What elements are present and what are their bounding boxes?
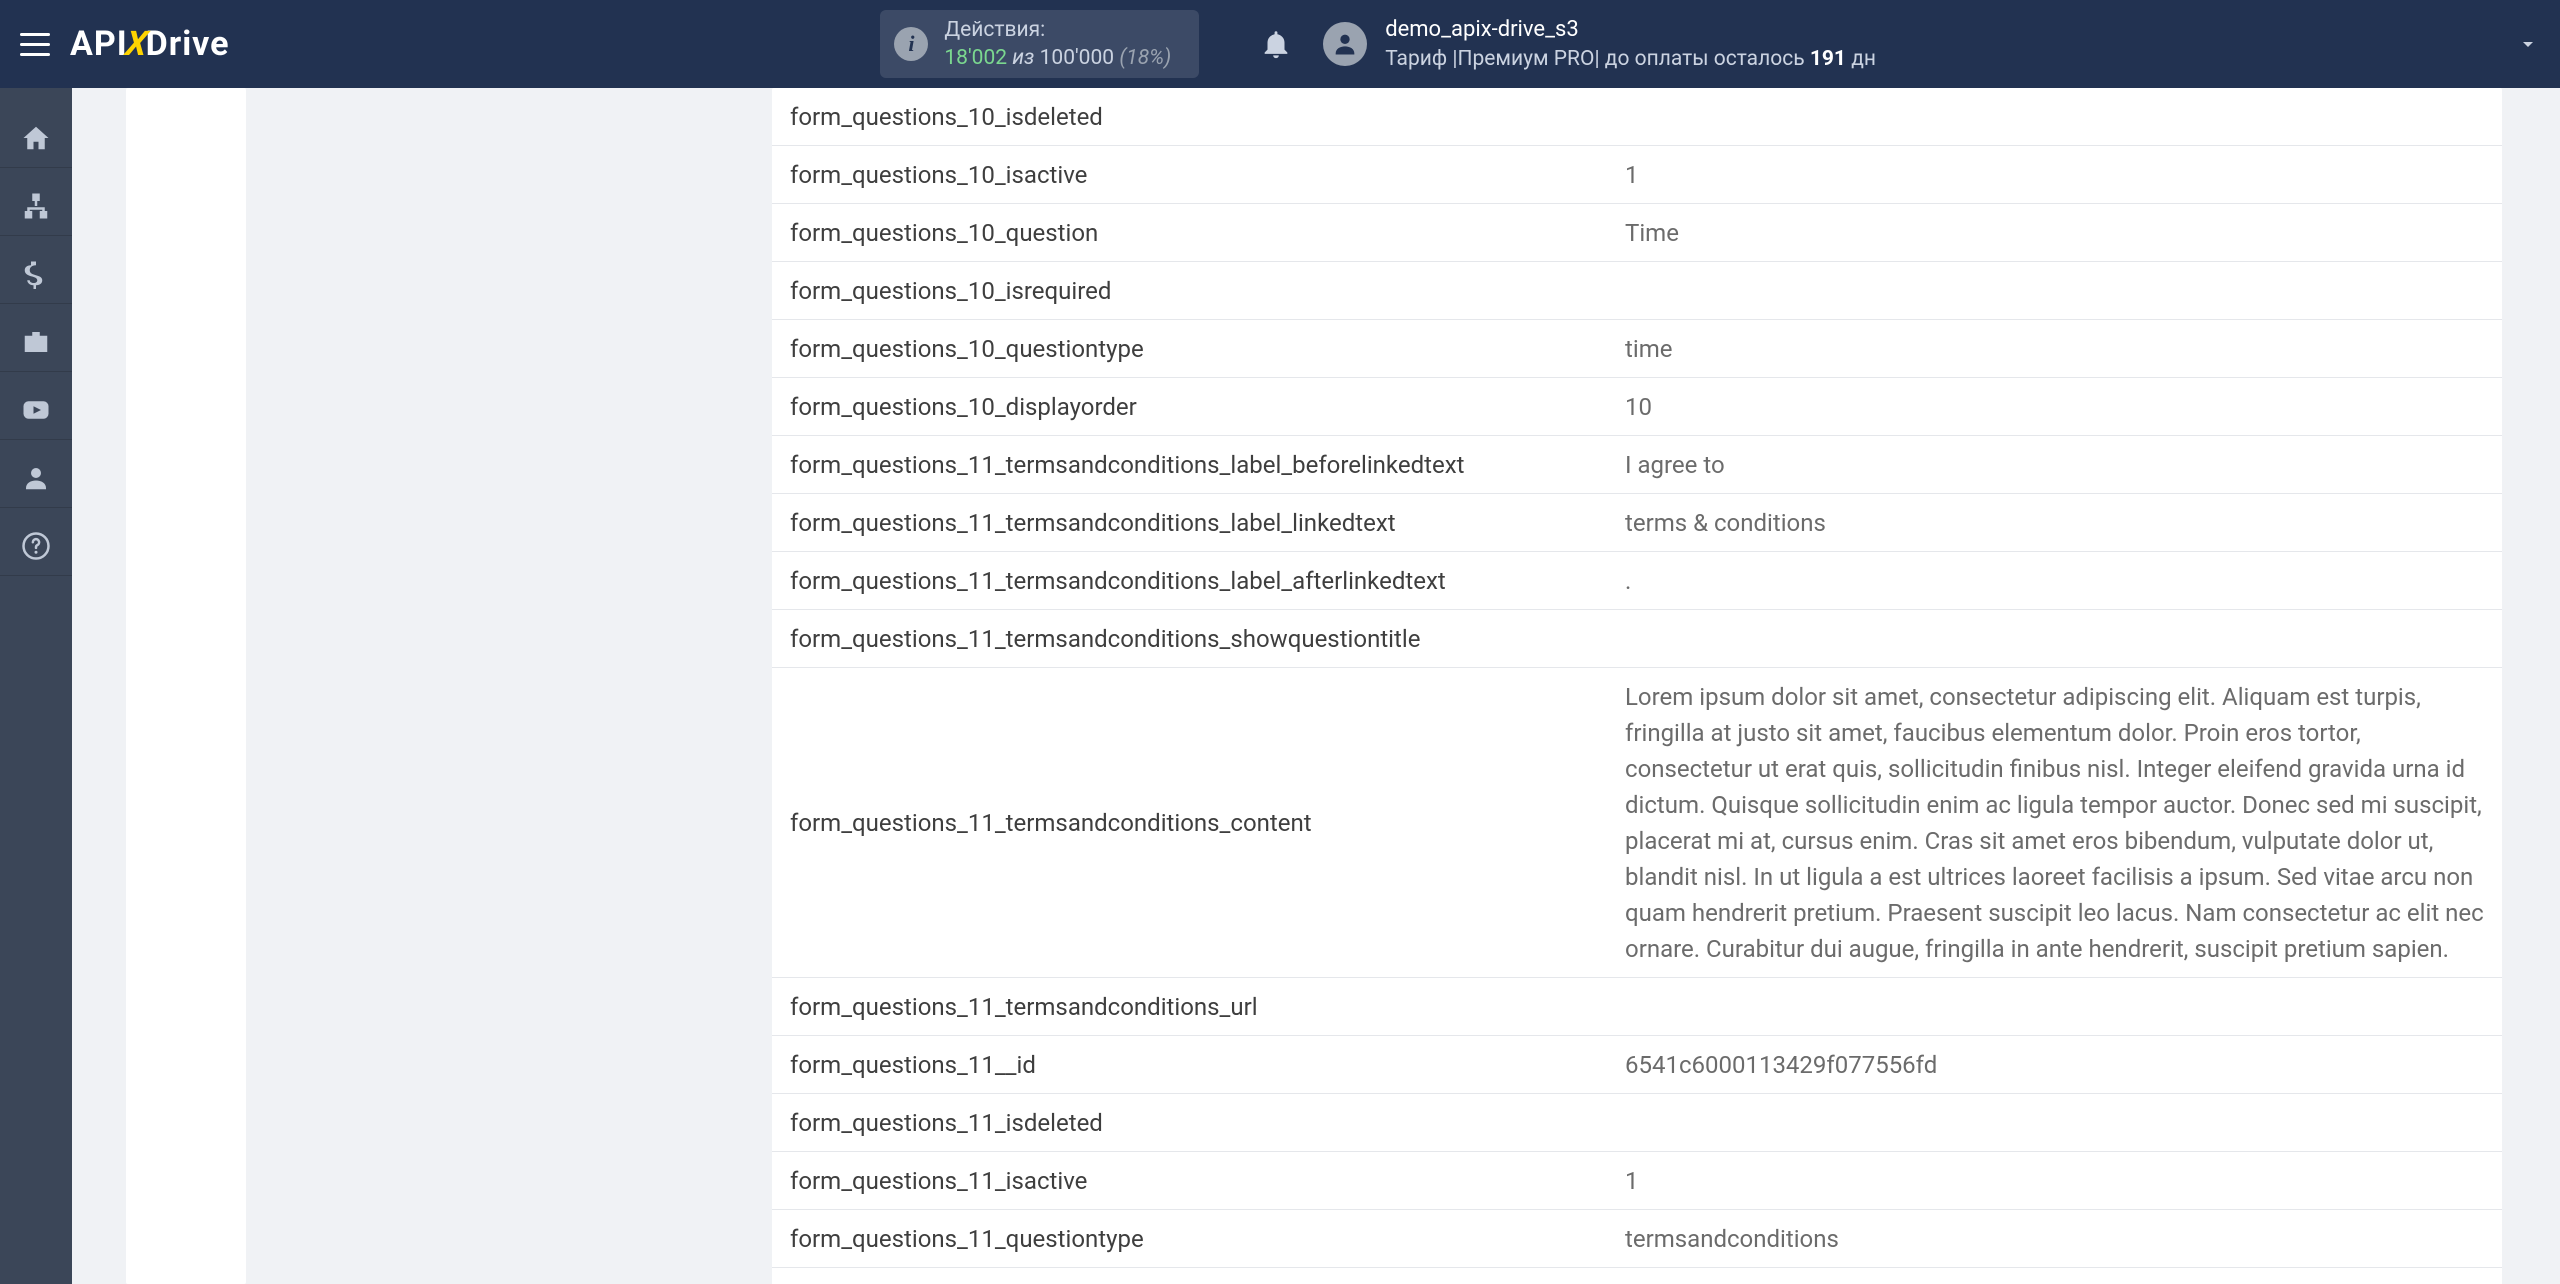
- field-value: 1: [1607, 1152, 2502, 1210]
- field-value: [1607, 88, 2502, 146]
- briefcase-icon: [21, 327, 51, 357]
- field-value: Lorem ipsum dolor sit amet, consectetur …: [1607, 668, 2502, 978]
- field-key: form_questions_10_questiontype: [772, 320, 1607, 378]
- table-row: form_questions_10_questionTime: [772, 204, 2502, 262]
- field-value: [1607, 262, 2502, 320]
- field-key: form_questions_11__id: [772, 1036, 1607, 1094]
- table-row: form_questions_11_termsandconditions_lab…: [772, 494, 2502, 552]
- field-value: [1607, 1094, 2502, 1152]
- field-value: time: [1607, 320, 2502, 378]
- nav-help[interactable]: [0, 516, 72, 576]
- field-value: termsandconditions: [1607, 1210, 2502, 1268]
- table-row: form_questions_11_termsandconditions_lab…: [772, 552, 2502, 610]
- nav-profile[interactable]: [0, 448, 72, 508]
- field-value: 1: [1607, 146, 2502, 204]
- nav-marketplace[interactable]: [0, 312, 72, 372]
- field-key: form_questions_11_isactive: [772, 1152, 1607, 1210]
- table-row: form_questions_11_termsandconditions_sho…: [772, 610, 2502, 668]
- field-value: terms & conditions: [1607, 494, 2502, 552]
- fields-table: form_questions_10_isdeletedform_question…: [772, 88, 2502, 1284]
- table-row: form_questions_10_isdeleted: [772, 88, 2502, 146]
- field-value: Terms & conditions: [1607, 1268, 2502, 1284]
- field-key: form_questions_10_isdeleted: [772, 88, 1607, 146]
- tariff-line: Тариф |Премиум PRO| до оплаты осталось 1…: [1385, 45, 1876, 73]
- field-key: form_questions_11_isdeleted: [772, 1094, 1607, 1152]
- nav-video[interactable]: [0, 380, 72, 440]
- table-row: form_questions_10_questiontypetime: [772, 320, 2502, 378]
- table-row: form_questions_10_isrequired: [772, 262, 2502, 320]
- home-icon: [21, 123, 51, 153]
- field-value: Time: [1607, 204, 2502, 262]
- field-key: form_questions_11_termsandconditions_lab…: [772, 494, 1607, 552]
- question-icon: [21, 531, 51, 561]
- table-row: form_questions_11_termsandconditions_con…: [772, 668, 2502, 978]
- content-area: form_questions_10_isdeletedform_question…: [72, 88, 2560, 1284]
- field-key: form_questions_11_termsandconditions_con…: [772, 668, 1607, 978]
- table-row: form_questions_11__id6541c6000113429f077…: [772, 1036, 2502, 1094]
- field-value: I agree to: [1607, 436, 2502, 494]
- table-row: form_questions_11_isdeleted: [772, 1094, 2502, 1152]
- field-key: form_questions_11_termsandconditions_lab…: [772, 436, 1607, 494]
- chevron-down-icon: [2516, 32, 2540, 56]
- field-key: form_questions_10_isactive: [772, 146, 1607, 204]
- dollar-icon: [21, 259, 51, 289]
- field-key: form_questions_10_displayorder: [772, 378, 1607, 436]
- field-key: form_questions_10_question: [772, 204, 1607, 262]
- menu-toggle-button[interactable]: [10, 19, 60, 69]
- field-key: form_questions_11_question: [772, 1268, 1607, 1284]
- table-row: form_questions_11_termsandconditions_url: [772, 978, 2502, 1036]
- field-key: form_questions_11_termsandconditions_lab…: [772, 552, 1607, 610]
- table-row: form_questions_10_isactive1: [772, 146, 2502, 204]
- field-key: form_questions_11_questiontype: [772, 1210, 1607, 1268]
- field-key: form_questions_11_termsandconditions_url: [772, 978, 1607, 1036]
- sitemap-icon: [21, 191, 51, 221]
- youtube-icon: [21, 395, 51, 425]
- field-value: 6541c6000113429f077556fd: [1607, 1036, 2502, 1094]
- table-row: form_questions_11_questiontypetermsandco…: [772, 1210, 2502, 1268]
- actions-counter[interactable]: i Действия: 18'002 из 100'000 (18%): [880, 10, 1199, 79]
- field-value: 10: [1607, 378, 2502, 436]
- actions-label: Действия:: [944, 16, 1171, 44]
- actions-percent: (18%): [1119, 46, 1171, 70]
- user-menu[interactable]: demo_apix-drive_s3 Тариф |Премиум PRO| д…: [1323, 15, 2540, 73]
- field-value: [1607, 978, 2502, 1036]
- username: demo_apix-drive_s3: [1385, 15, 1876, 45]
- table-row: form_questions_11_termsandconditions_lab…: [772, 436, 2502, 494]
- nav-billing[interactable]: [0, 244, 72, 304]
- left-panel: [126, 88, 246, 1284]
- side-nav: [0, 88, 72, 1284]
- table-row: form_questions_11_questionTerms & condit…: [772, 1268, 2502, 1284]
- avatar-icon: [1323, 22, 1367, 66]
- actions-current: 18'002: [944, 46, 1007, 70]
- field-value: .: [1607, 552, 2502, 610]
- table-row: form_questions_10_displayorder10: [772, 378, 2502, 436]
- actions-total: 100'000: [1040, 46, 1114, 70]
- field-value: [1607, 610, 2502, 668]
- field-key: form_questions_11_termsandconditions_sho…: [772, 610, 1607, 668]
- nav-connections[interactable]: [0, 176, 72, 236]
- field-key: form_questions_10_isrequired: [772, 262, 1607, 320]
- notifications-button[interactable]: [1259, 27, 1293, 61]
- main-panel: form_questions_10_isdeletedform_question…: [772, 88, 2502, 1284]
- user-icon: [21, 463, 51, 493]
- table-row: form_questions_11_isactive1: [772, 1152, 2502, 1210]
- logo[interactable]: APIXDrive: [70, 24, 230, 64]
- nav-home[interactable]: [0, 108, 72, 168]
- top-header: APIXDrive i Действия: 18'002 из 100'000 …: [0, 0, 2560, 88]
- info-icon: i: [894, 27, 928, 61]
